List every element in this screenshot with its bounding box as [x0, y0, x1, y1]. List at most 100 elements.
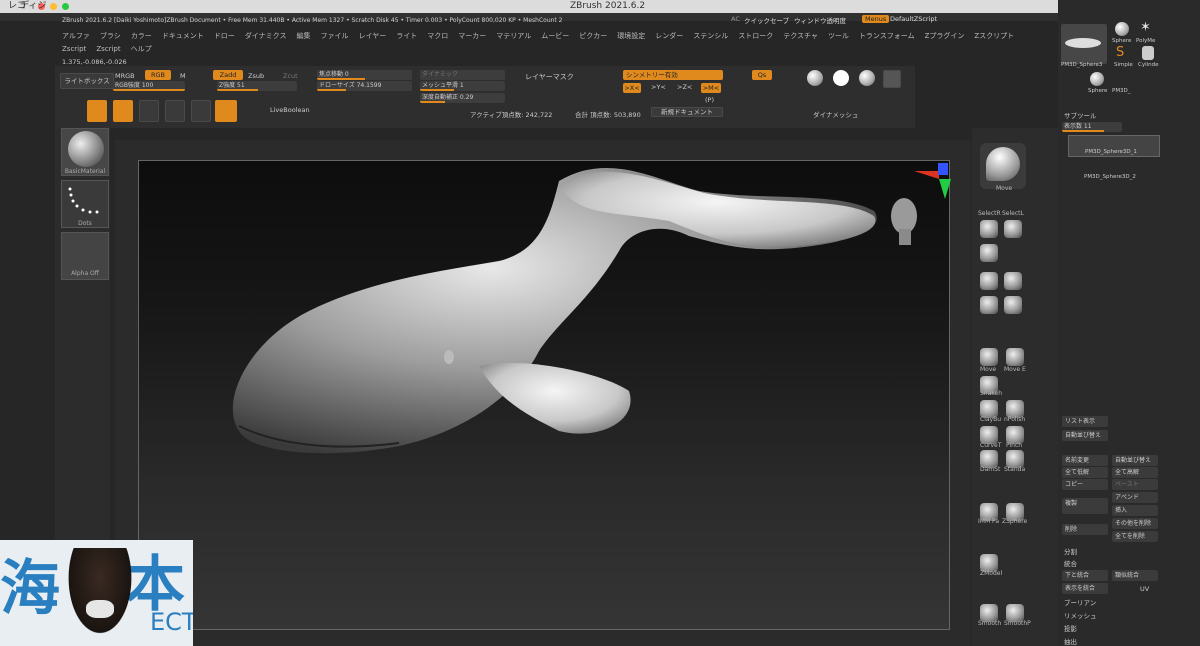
visible-count-slider[interactable]: 表示数 11 — [1062, 122, 1122, 132]
insert-button[interactable]: 挿入 — [1112, 505, 1158, 516]
menu-item[interactable]: Zプラグイン — [925, 32, 965, 40]
menus-button[interactable]: Menus — [862, 15, 890, 23]
default-zscript-button[interactable]: DefaultZScript — [890, 15, 937, 23]
rgb-button[interactable]: RGB — [145, 70, 171, 80]
move-elastic-icon[interactable] — [1006, 348, 1024, 366]
zsub-button[interactable]: Zsub — [248, 72, 264, 80]
clip-curve-icon[interactable] — [980, 244, 998, 262]
rename-button[interactable]: 名前変更 — [1062, 455, 1108, 466]
menu-item[interactable]: アルファ — [62, 32, 90, 40]
menu-item[interactable]: Zscript — [62, 45, 86, 53]
menu-item[interactable]: ドロー — [214, 32, 235, 40]
menu-item[interactable]: ヘルプ — [131, 45, 152, 53]
mask-lasso-icon[interactable] — [980, 220, 998, 238]
menu-item[interactable]: カラー — [131, 32, 152, 40]
auto-reorder2-button[interactable]: 自動並び替え — [1112, 455, 1158, 466]
merge-down-button[interactable]: 下と統合 — [1062, 570, 1108, 581]
delete-other-button[interactable]: その他を削除 — [1112, 518, 1158, 529]
mrgb-button[interactable]: MRGB — [115, 72, 135, 80]
select-rect-label[interactable]: SelectR — [978, 210, 1001, 217]
menu-item[interactable]: ダイナミクス — [245, 32, 287, 40]
subtool-item-2[interactable]: PM3D_Sphere3D_2 — [1068, 160, 1160, 182]
cylinder-icon[interactable] — [1142, 46, 1154, 60]
mask-curve-icon[interactable] — [980, 296, 998, 314]
qs-button[interactable]: Qs — [752, 70, 772, 80]
lightbox-button[interactable]: ライトボックス — [60, 73, 114, 89]
material-basic-sphere[interactable] — [807, 70, 823, 86]
draw-mode-button[interactable] — [113, 100, 133, 122]
menu-item[interactable]: レイヤー — [358, 32, 386, 40]
live-boolean-label[interactable]: LiveBoolean — [270, 106, 310, 114]
mask-rect-icon[interactable] — [1004, 272, 1022, 290]
select-lasso-label[interactable]: SelectL — [1002, 210, 1024, 217]
tool-sphere2-icon[interactable] — [1090, 72, 1104, 86]
menu-item[interactable]: ドキュメント — [162, 32, 204, 40]
menu-item[interactable]: ステンシル — [693, 32, 728, 40]
menu-item[interactable]: レンダー — [655, 32, 683, 40]
split-label[interactable]: 分割 — [1064, 546, 1077, 556]
auto-reorder-button[interactable]: 自動並び替え — [1062, 430, 1108, 441]
polymesh-star-icon[interactable]: ✶ — [1140, 20, 1151, 35]
project-label[interactable]: 投影 — [1064, 623, 1077, 633]
menu-item[interactable]: ファイル — [320, 32, 348, 40]
z-axis-button[interactable]: >Z< — [677, 83, 692, 91]
menu-item[interactable]: 編集 — [296, 32, 310, 40]
delete-button[interactable]: 削除 — [1062, 524, 1108, 535]
duplicate-button[interactable]: 複製 — [1062, 498, 1108, 514]
merge-label[interactable]: 統合 — [1064, 558, 1077, 568]
m-button[interactable]: M — [180, 72, 186, 80]
menu-item[interactable]: テクスチャ — [783, 32, 818, 40]
subtool-item-1[interactable]: PM3D_Sphere3D_1 — [1068, 135, 1160, 157]
simple-brush-icon[interactable]: S — [1116, 45, 1124, 60]
menu-item[interactable]: マクロ — [427, 32, 448, 40]
extract-label[interactable]: 抽出 — [1064, 636, 1077, 646]
x-axis-button[interactable]: >X< — [623, 83, 641, 93]
document-name-field[interactable]: 新規ドキュメント — [651, 107, 723, 117]
edit-toggle-button[interactable] — [215, 100, 237, 122]
transparency-button[interactable]: ウィンドウ透明度 — [794, 15, 846, 25]
menu-item[interactable]: ムービー — [541, 32, 569, 40]
merge-visible-button[interactable]: 表示を統合 — [1062, 583, 1108, 594]
gizmo-button[interactable] — [191, 100, 211, 122]
minimize-window-button[interactable] — [50, 3, 57, 10]
scale-button[interactable] — [139, 100, 159, 122]
subtool-header[interactable]: サブツール — [1064, 110, 1097, 120]
append-button[interactable]: アペンド — [1112, 492, 1158, 503]
menu-item[interactable]: マーカー — [458, 32, 486, 40]
menu-item[interactable]: ピクカー — [579, 32, 607, 40]
document-canvas[interactable] — [138, 160, 951, 630]
menu-item[interactable]: 環境設定 — [617, 32, 645, 40]
m-axis-button[interactable]: >M< — [701, 83, 721, 93]
paste-button[interactable]: ペースト — [1112, 479, 1158, 490]
delete-all-button[interactable]: 全てを削除 — [1112, 531, 1158, 542]
zadd-button[interactable]: Zadd — [213, 70, 243, 80]
tool-thumb-pm3d[interactable] — [1061, 24, 1107, 64]
menu-item[interactable]: ストローク — [738, 32, 773, 40]
move-brush-thumb[interactable] — [980, 143, 1026, 189]
all-low-button[interactable]: 全て低解 — [1062, 467, 1108, 478]
zoom-window-button[interactable] — [62, 3, 69, 10]
merge-similar-button[interactable]: 類似統合 — [1112, 570, 1158, 581]
menu-item[interactable]: マテリアル — [496, 32, 531, 40]
focal-shift-slider[interactable]: 焦点移動 0 — [317, 70, 412, 80]
menu-item[interactable]: ブラシ — [100, 32, 121, 40]
rgb-intensity-slider[interactable]: RGB強度 100 — [113, 81, 185, 91]
symmetry-button[interactable]: シンメトリー有効 — [623, 70, 723, 80]
copy-button[interactable]: コピー — [1062, 479, 1108, 490]
all-high-button[interactable]: 全て高解 — [1112, 467, 1158, 478]
list-all-button[interactable]: リスト表示 — [1062, 416, 1108, 427]
menu-item[interactable]: トランスフォーム — [859, 32, 915, 40]
mask-extra-icon[interactable] — [1004, 296, 1022, 314]
menu-item[interactable]: ツール — [828, 32, 849, 40]
quicksave-button[interactable]: クイックセーブ — [744, 15, 789, 25]
tool-sphere-icon[interactable] — [1115, 22, 1129, 36]
boolean-label[interactable]: ブーリアン — [1064, 597, 1096, 607]
menu-item[interactable]: ライト — [396, 32, 417, 40]
edit-mode-button[interactable] — [87, 100, 107, 122]
move-brush-small-icon[interactable] — [980, 348, 998, 366]
uv-label[interactable]: UV — [1140, 585, 1149, 593]
smooth-weight-slider[interactable]: 深度自動補正 0.29 — [420, 93, 505, 103]
menu-item[interactable]: Zscript — [96, 45, 120, 53]
matcap-thumb[interactable] — [883, 70, 901, 88]
material-flat-sphere[interactable] — [833, 70, 849, 86]
